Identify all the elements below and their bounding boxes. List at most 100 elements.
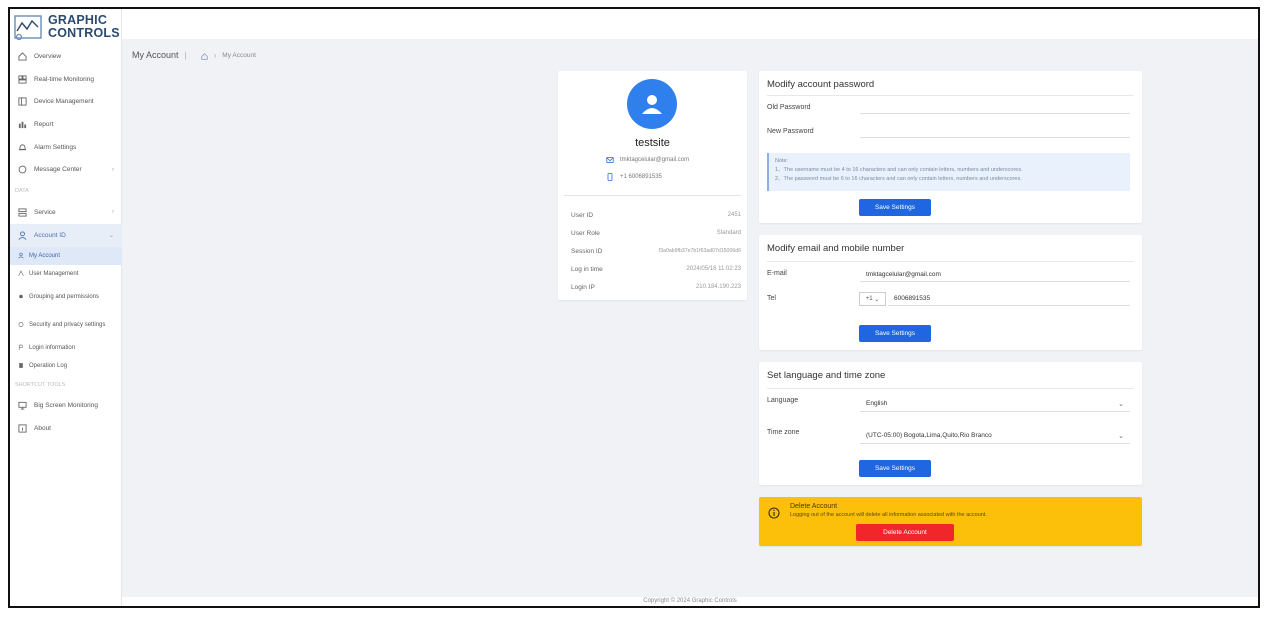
log-icon [18,363,24,369]
sidebar-item-label: Message Center [34,166,82,174]
save-password-button[interactable]: Save Settings [859,199,931,216]
chevron-down-icon: ⌄ [108,232,114,239]
brand-logo[interactable]: GRAPHIC CONTROLS [14,11,122,43]
footer-copyright: Copyright © 2024 Graphic Controls [122,597,1258,606]
profile-divider [564,195,741,196]
old-password-input[interactable] [860,100,1130,114]
sidebar-item-overview[interactable]: Overview [10,45,122,68]
country-code-value: +1 [865,296,873,302]
shield-icon [18,322,24,328]
info-circle-icon [768,506,780,519]
locale-card: Set language and time zone Language Engl… [759,362,1142,485]
sidebar-item-label: Login information [29,344,76,351]
chevron-right-icon: › [213,50,217,60]
sidebar-item-label: Operation Log [29,362,68,369]
sidebar-subitem-my-account[interactable]: My Account [10,246,122,265]
group-label-shortcut: SHORTCUT TOOLS [15,381,66,388]
password-card: Modify account password Old Password New… [759,71,1142,223]
contact-section-title: Modify email and mobile number [767,243,905,254]
delete-account-description: Logging out of the account will delete a… [790,512,987,518]
profile-row-session-id: Session ID f3a0ab9fb37e7b1f63ad07d15006d6 [571,248,741,258]
locale-section-title: Set language and time zone [767,370,886,381]
sidebar-subitem-user-management[interactable]: User Management [10,265,122,283]
breadcrumb: My Account | › My Account [132,50,256,60]
row-value: 2451 [727,212,741,218]
delete-account-button[interactable]: Delete Account [856,524,954,541]
note-line-2: 2、The password must be 6 to 16 character… [775,176,1022,182]
sidebar-item-label: Big Screen Monitoring [34,402,98,410]
device-icon [18,97,27,106]
profile-card: testsite tmktagcelular@gmail.com +1 6006… [558,71,747,300]
timezone-label: Time zone [767,429,800,436]
sidebar-item-label: User Management [29,270,79,277]
row-value: Standard [716,230,741,236]
sidebar-item-about[interactable]: About [10,417,122,440]
new-password-input[interactable] [860,124,1130,138]
breadcrumb-current[interactable]: My Account [222,52,256,59]
sidebar-item-service[interactable]: Service › [10,201,122,224]
language-select[interactable]: English ⌄ [860,396,1130,412]
sidebar-item-report[interactable]: Report [10,113,122,136]
sidebar-item-label: Account ID [34,231,66,239]
sidebar-item-label: Overview [34,52,62,60]
timezone-select[interactable]: (UTC-05:00) Bogota,Lima,Quito,Rio Branco… [860,428,1130,444]
language-value: English [866,400,888,407]
row-label: User ID [571,212,594,219]
sidebar-subitem-grouping-permissions[interactable]: Grouping and permissions [10,283,122,311]
profile-phone-line: +1 6006891535 [606,173,662,181]
row-label: User Role [571,230,600,237]
save-contact-button[interactable]: Save Settings [859,325,931,342]
phone-icon [606,173,614,181]
login-icon [18,344,24,351]
sidebar-item-alarm-settings[interactable]: Alarm Settings [10,136,122,159]
service-icon [18,208,27,217]
sidebar-subitem-login-information[interactable]: Login information [10,339,122,357]
report-icon [18,120,27,129]
monitor-grid-icon [18,74,27,84]
old-password-label: Old Password [767,104,811,111]
section-divider [767,95,1134,96]
note-title: Note: [775,158,789,164]
email-field[interactable]: tmktagcelular@gmail.com [860,268,1130,282]
app-window: GRAPHIC CONTROLS Overview Real-time Moni… [8,7,1260,608]
sidebar-item-label: My Account [29,252,61,259]
sidebar-item-message-center[interactable]: Message Center › [10,158,122,181]
sidebar-item-realtime-monitoring[interactable]: Real-time Monitoring [10,68,122,91]
email-label: E-mail [767,270,787,277]
language-label: Language [767,397,799,404]
row-value: 2024/05/16 11:02:23 [686,266,741,272]
tel-field[interactable]: 6006891535 [888,292,1130,306]
chat-icon [18,165,27,174]
delete-account-title: Delete Account [790,503,838,510]
row-value: 210.184.190.223 [695,284,741,290]
home-icon [18,52,27,61]
profile-name: testsite [635,137,670,149]
sidebar-item-label: Real-time Monitoring [34,75,94,83]
brand-line-2: CONTROLS [48,26,120,40]
profile-phone: +1 6006891535 [620,174,662,180]
section-divider [767,388,1134,389]
sidebar-item-account-id[interactable]: Account ID ⌄ [10,223,122,247]
password-note: Note: 1、The username must be 4 to 16 cha… [767,153,1130,191]
breadcrumb-separator: | [184,50,187,60]
sidebar: GRAPHIC CONTROLS Overview Real-time Moni… [10,9,122,606]
group-icon [18,294,24,300]
home-icon[interactable] [200,52,208,60]
timezone-value: (UTC-05:00) Bogota,Lima,Quito,Rio Branco [866,432,992,439]
save-locale-button[interactable]: Save Settings [859,460,931,477]
tel-label: Tel [767,295,776,302]
group-label-data: DATA [15,188,29,195]
sidebar-item-label: About [34,425,51,433]
mail-icon [606,156,614,164]
sidebar-item-big-screen[interactable]: Big Screen Monitoring [10,395,122,418]
sidebar-item-device-management[interactable]: Device Management [10,90,122,113]
row-value: f3a0ab9fb37e7b1f63ad07d15006d6 [658,248,741,254]
avatar [627,79,677,129]
chevron-down-icon: ⌄ [874,296,880,303]
password-section-title: Modify account password [767,79,875,90]
profile-row-login-time: Log in time 2024/05/16 11:02:23 [571,266,741,276]
sidebar-item-label: Grouping and permissions [29,293,100,300]
sidebar-subitem-security-privacy[interactable]: Security and privacy settings [10,311,122,339]
country-code-select[interactable]: +1 ⌄ [859,292,886,306]
sidebar-subitem-operation-log[interactable]: Operation Log [10,357,122,375]
